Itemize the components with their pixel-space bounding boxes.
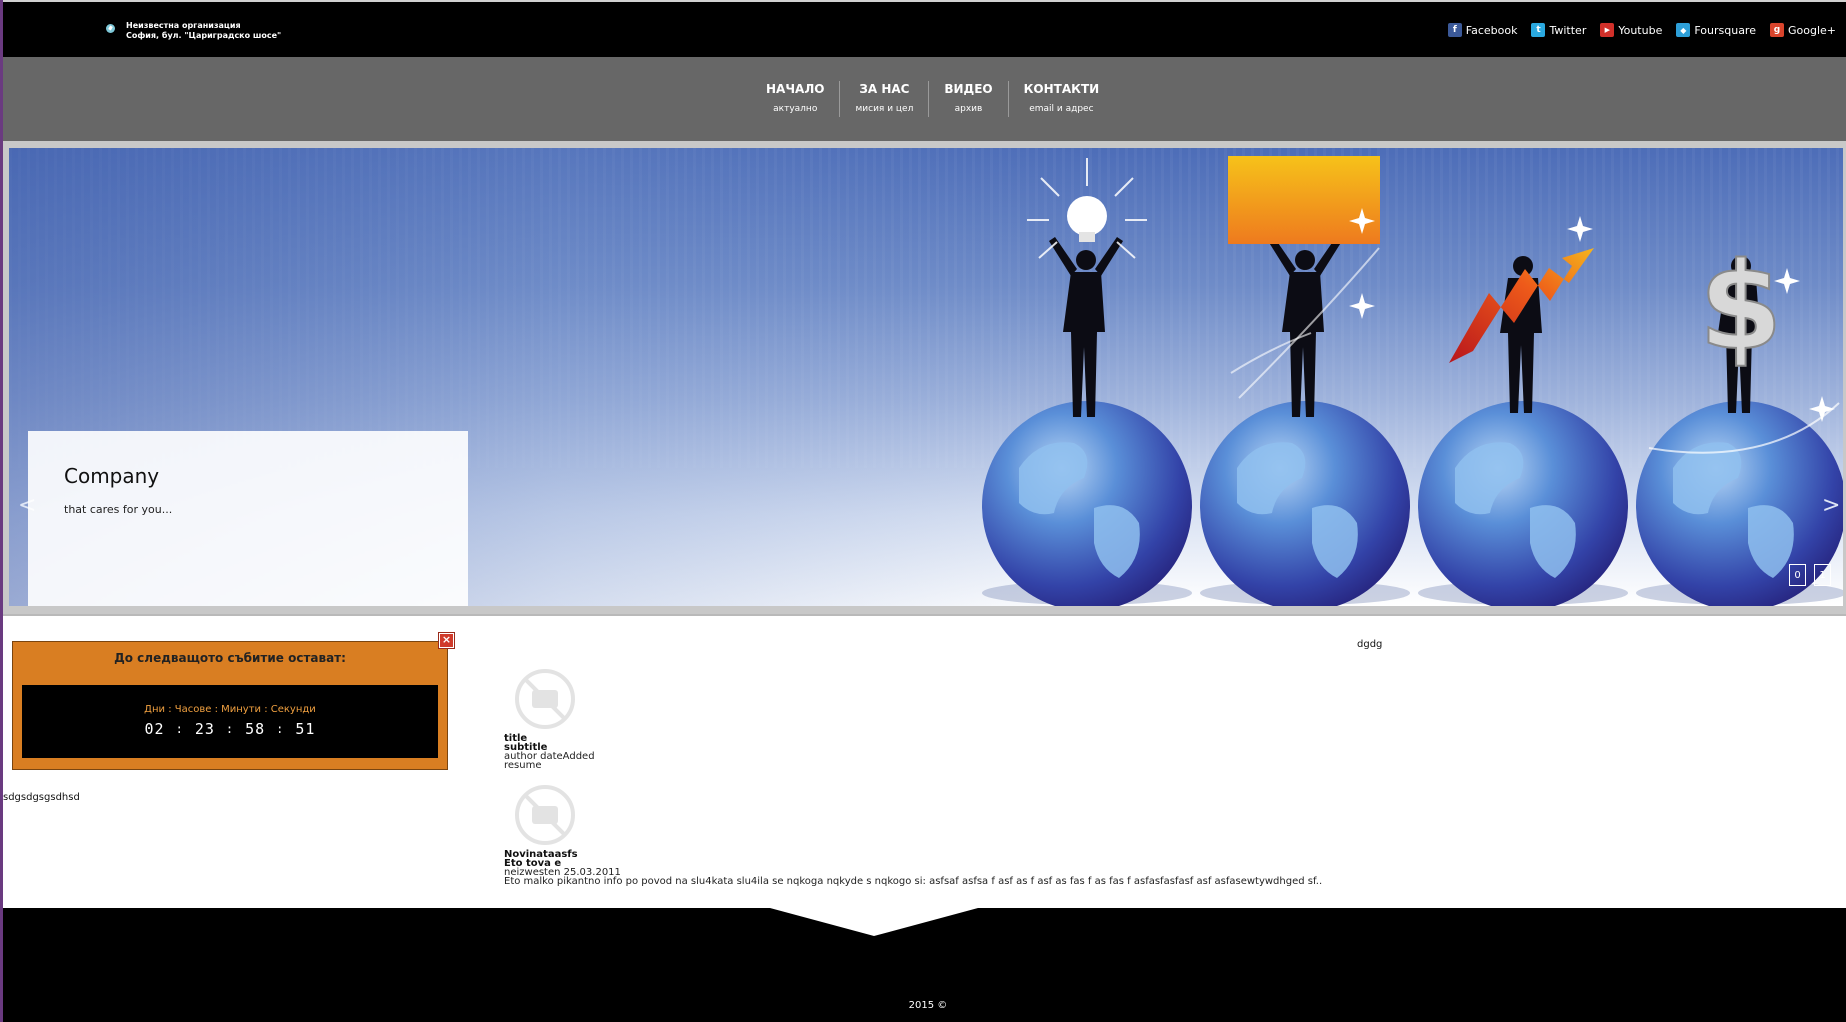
social-label: Twitter	[1549, 23, 1587, 37]
news-resume: resume	[504, 760, 542, 771]
slider-next-arrow[interactable]: >	[1822, 493, 1840, 518]
countdown-labels: Дни : Часове : Минути : Секунди	[144, 704, 316, 715]
countdown-separator: :	[225, 722, 235, 736]
nav-title: КОНТАКТИ	[1023, 82, 1100, 96]
org-logo-icon	[106, 24, 115, 33]
slider-page-1[interactable]: 1	[1814, 564, 1831, 586]
svg-text:$: $	[1699, 238, 1783, 377]
youtube-icon: ▶	[1600, 23, 1615, 37]
top-bar: Неизвестна организация София, бул. "Цари…	[3, 2, 1846, 57]
nav-item-home[interactable]: НАЧАЛО актуално	[751, 81, 839, 117]
social-twitter-link[interactable]: t Twitter	[1531, 23, 1586, 37]
lightbulb-icon	[1027, 158, 1147, 259]
countdown-values: 02 : 23 : 58 : 51	[22, 720, 438, 738]
social-google-plus-link[interactable]: g Google+	[1769, 23, 1836, 37]
countdown-days: 02	[144, 720, 165, 738]
facebook-icon: f	[1447, 23, 1462, 37]
org-name: Неизвестна организация	[126, 21, 241, 30]
social-facebook-link[interactable]: f Facebook	[1447, 23, 1518, 37]
social-label: Google+	[1787, 23, 1836, 37]
content-divider	[3, 614, 1846, 616]
news-title[interactable]: Novinataasfs	[504, 850, 1322, 860]
hero-slider[interactable]: $ < > Company that cares for you... 0 1	[9, 148, 1843, 606]
countdown-seconds: 51	[295, 720, 316, 738]
no-image-icon	[515, 785, 575, 845]
nav-subtitle: мисия и цел	[855, 104, 914, 114]
globe-1	[982, 401, 1192, 606]
countdown-display: Дни : Часове : Минути : Секунди 02 : 23 …	[22, 685, 438, 758]
nav-subtitle: email и адрес	[1029, 104, 1094, 114]
social-label: Foursquare	[1694, 23, 1756, 37]
countdown-separator: :	[276, 722, 285, 736]
countdown-minutes: 58	[245, 720, 266, 738]
news-subtitle: Eto tova e	[504, 858, 562, 869]
foursquare-icon: ◆	[1676, 23, 1691, 37]
countdown-hours: 23	[194, 720, 215, 738]
nav-subtitle: актуално	[773, 104, 818, 114]
orange-sign	[1228, 156, 1380, 244]
nav-subtitle: архив	[954, 104, 983, 114]
right-column-text: dgdg	[1357, 639, 1383, 650]
slider-pagination: 0 1	[1789, 564, 1831, 586]
org-address: София, бул. "Цариградско шосе"	[126, 31, 282, 40]
social-youtube-link[interactable]: ▶ Youtube	[1600, 23, 1662, 37]
main-navbar: НАЧАЛО актуално ЗА НАС мисия и цел ВИДЕО…	[3, 57, 1846, 141]
nav-item-contacts[interactable]: КОНТАКТИ email и адрес	[1007, 81, 1115, 117]
social-label: Youtube	[1618, 23, 1663, 37]
nav-title: ЗА НАС	[859, 82, 910, 96]
nav-title: ВИДЕО	[944, 82, 993, 96]
globe-3	[1418, 401, 1628, 606]
businessman-2	[1268, 237, 1342, 417]
social-foursquare-link[interactable]: ◆ Foursquare	[1676, 23, 1756, 37]
countdown-close-icon[interactable]: ×	[439, 633, 454, 648]
slide-caption-text: that cares for you...	[64, 503, 173, 516]
twitter-icon: t	[1531, 23, 1546, 37]
main-nav: НАЧАЛО актуално ЗА НАС мисия и цел ВИДЕО…	[751, 81, 1114, 117]
countdown-separator: :	[175, 722, 184, 736]
social-links: f Facebook t Twitter ▶ Youtube ◆ Foursqu…	[1447, 23, 1836, 37]
slide-caption-title: Company	[64, 464, 160, 488]
social-label: Facebook	[1465, 23, 1518, 37]
dollar-sign: $	[1698, 237, 1835, 422]
news-item[interactable]: title subtitle author dateAdded resume	[504, 669, 595, 771]
footer-notch	[770, 908, 978, 936]
nav-item-about[interactable]: ЗА НАС мисия и цел	[839, 81, 928, 117]
globe-2	[1200, 401, 1410, 606]
no-image-icon	[515, 669, 575, 729]
businessman-1	[1049, 237, 1123, 417]
countdown-widget: До следващото събитие остават: Дни : Час…	[12, 641, 448, 770]
nav-item-video[interactable]: ВИДЕО архив	[928, 81, 1007, 117]
news-resume: Eto malko pikantno info po povod na slu4…	[504, 876, 1323, 887]
slide-caption: Company that cares for you...	[28, 431, 468, 606]
footer-copyright: 2015 ©	[908, 1000, 948, 1011]
sidebar-text: sdgsdgsgsdhsd	[3, 792, 80, 803]
countdown-title: До следващото събитие остават:	[114, 651, 346, 665]
google-plus-icon: g	[1769, 23, 1784, 37]
news-item[interactable]: Novinataasfs Eto tova e neizwesten 25.03…	[504, 785, 1323, 887]
org-block[interactable]: Неизвестна организация София, бул. "Цари…	[106, 21, 281, 41]
nav-title: НАЧАЛО	[766, 82, 825, 96]
slider-page-0[interactable]: 0	[1789, 564, 1806, 586]
